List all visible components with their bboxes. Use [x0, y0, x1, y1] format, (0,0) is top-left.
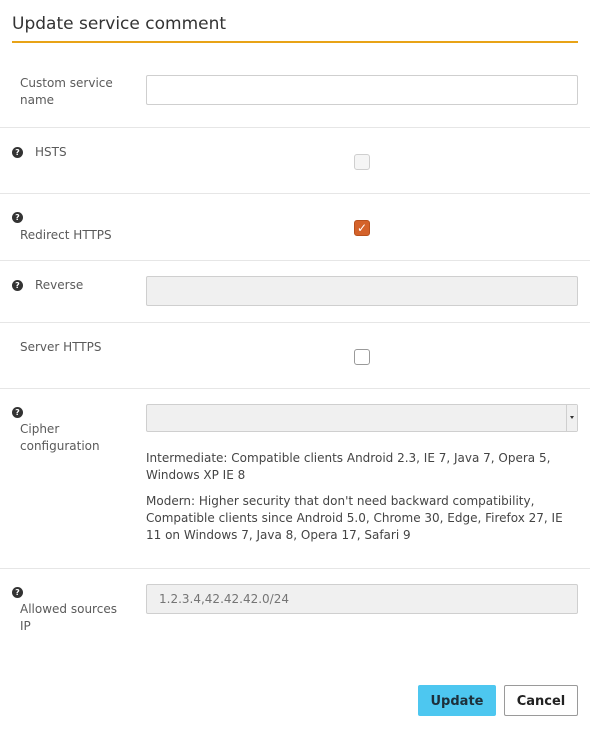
- cipher-configuration-label: Cipher configuration: [20, 421, 100, 455]
- divider: [0, 388, 590, 389]
- redirect-https-checkbox[interactable]: ✓: [354, 220, 370, 236]
- cipher-configuration-label-line1: Cipher: [20, 422, 60, 436]
- update-service-dialog: Update service comment Custom service na…: [0, 0, 590, 729]
- cipher-modern-help: Modern: Higher security that don't need …: [146, 494, 563, 542]
- question-circle-icon[interactable]: ?: [12, 587, 23, 598]
- divider: [0, 193, 590, 194]
- divider: [0, 322, 590, 323]
- question-circle-icon[interactable]: ?: [12, 407, 23, 418]
- cipher-configuration-label-line2: configuration: [20, 439, 100, 453]
- hsts-checkbox[interactable]: [354, 154, 370, 170]
- allowed-sources-ip-label: Allowed sources IP: [20, 601, 117, 635]
- allowed-sources-ip-label-line2: IP: [20, 619, 31, 633]
- update-button[interactable]: Update: [418, 685, 496, 716]
- server-https-checkbox[interactable]: [354, 349, 370, 365]
- cipher-intermediate-help: Intermediate: Compatible clients Android…: [146, 451, 551, 482]
- caret-down-icon[interactable]: [566, 405, 577, 431]
- question-circle-icon[interactable]: ?: [12, 212, 23, 223]
- custom-service-name-input[interactable]: [146, 75, 578, 105]
- divider: [0, 127, 590, 128]
- question-circle-icon[interactable]: ?: [12, 147, 23, 158]
- server-https-label: Server HTTPS: [20, 340, 102, 354]
- custom-service-name-label: Custom service name: [20, 76, 113, 107]
- title-underline: [12, 41, 578, 43]
- cipher-configuration-select[interactable]: [146, 404, 578, 432]
- dialog-title: Update service comment: [12, 14, 227, 34]
- check-icon: ✓: [357, 221, 368, 235]
- allowed-sources-ip-label-line1: Allowed sources: [20, 602, 117, 616]
- cancel-button[interactable]: Cancel: [504, 685, 578, 716]
- hsts-label: HSTS: [35, 145, 67, 159]
- reverse-input[interactable]: [146, 276, 578, 306]
- divider: [0, 568, 590, 569]
- divider: [0, 260, 590, 261]
- reverse-label: Reverse: [35, 278, 84, 292]
- allowed-sources-ip-input[interactable]: [146, 584, 578, 614]
- question-circle-icon[interactable]: ?: [12, 280, 23, 291]
- redirect-https-label: Redirect HTTPS: [20, 228, 112, 242]
